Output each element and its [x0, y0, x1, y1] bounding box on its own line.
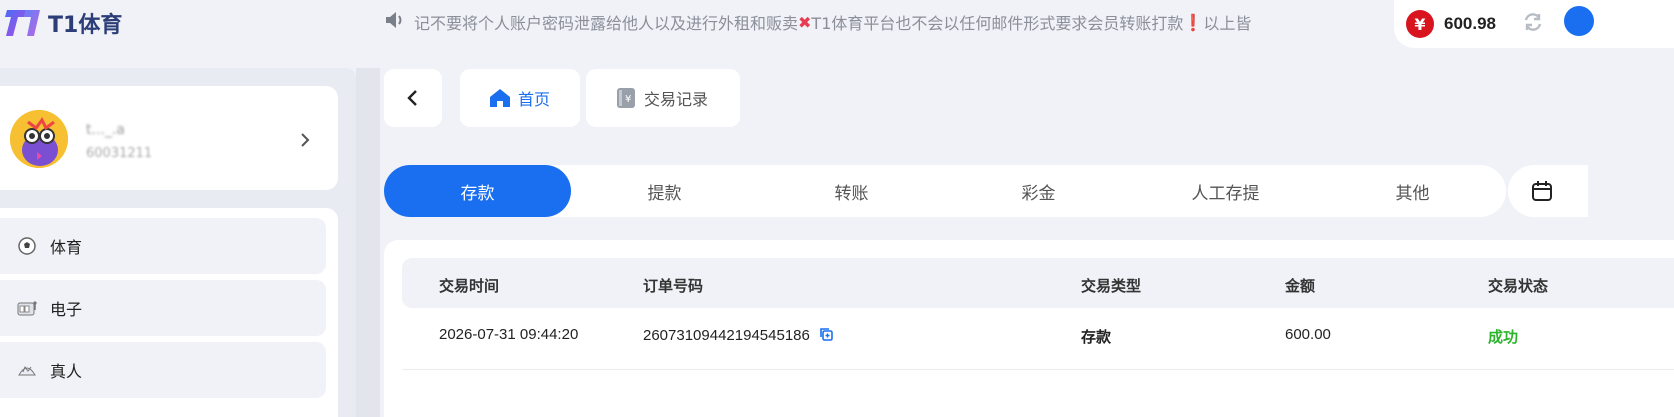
type-tab-other[interactable]: 其他 [1319, 165, 1506, 217]
profile-username: t..._.a [86, 122, 125, 138]
brand-name: T1体育 [48, 13, 123, 38]
sidebar-item-label: 电子 [50, 300, 83, 319]
type-tab-bonus[interactable]: 彩金 [945, 165, 1132, 217]
speaker-icon [384, 10, 406, 34]
cell-amount: 600.00 [1285, 326, 1331, 343]
profile-user-id: 60031211 [86, 146, 153, 161]
header-status: 交易状态 [1488, 277, 1549, 295]
receipt-icon: ¥ [617, 88, 635, 108]
refresh-icon[interactable] [1522, 12, 1544, 36]
slot-machine-icon [16, 297, 38, 319]
t1-logo-icon [4, 6, 44, 40]
transaction-type-tabs: 存款 提款 转账 彩金 人工存提 其他 [384, 165, 1506, 217]
cross-mark-icon: ✖ [798, 12, 812, 32]
exclamation-icon: ❗ [1183, 12, 1204, 32]
header-order: 订单号码 [643, 277, 704, 295]
back-button[interactable] [384, 69, 442, 127]
sidebar-item-label: 体育 [50, 238, 83, 257]
balance-amount: 600.98 [1444, 14, 1496, 33]
notice-marquee[interactable]: 记不要将个人账户密码泄露给他人以及进行外租和贩卖 ✖ T1体育平台也不会以任何邮… [384, 10, 1251, 34]
avatar [10, 110, 68, 168]
notice-text-1: 记不要将个人账户密码泄露给他人以及进行外租和贩卖 [414, 14, 799, 33]
sidebar-item-sports[interactable]: 体育 [0, 218, 326, 274]
status-badge: 成功 [1488, 328, 1519, 346]
cell-type: 存款 [1081, 328, 1112, 346]
sidebar-item-label: 真人 [50, 362, 83, 381]
sidebar-menu: 体育 电子 真人 [0, 208, 338, 417]
cell-order: 26073109442194545186 [643, 326, 834, 346]
copy-icon[interactable] [818, 326, 834, 346]
user-menu-icon[interactable] [1564, 6, 1594, 36]
yen-icon: ¥ [1406, 10, 1434, 38]
live-dealer-icon [16, 359, 38, 381]
sidebar-gutter [356, 68, 380, 417]
tab-transaction-records[interactable]: ¥ 交易记录 [586, 69, 740, 127]
wallet-balance: ¥ 600.98 [1394, 0, 1674, 48]
type-tab-manual[interactable]: 人工存提 [1132, 165, 1319, 217]
header-time: 交易时间 [439, 277, 500, 295]
profile-card[interactable]: t..._.a 60031211 [0, 86, 338, 190]
sidebar-item-live[interactable]: 真人 [0, 342, 326, 398]
chevron-left-icon [407, 90, 417, 106]
notice-text-2: T1体育平台也不会以任何邮件形式要求会员转账打款 [811, 14, 1184, 33]
sidebar-item-slots[interactable]: 电子 [0, 280, 326, 336]
cell-time: 2026-07-31 09:44:20 [439, 326, 579, 343]
tab-home-label: 首页 [518, 90, 551, 109]
type-tab-withdraw[interactable]: 提款 [571, 165, 758, 217]
type-tab-deposit[interactable]: 存款 [384, 165, 571, 217]
svg-text:¥: ¥ [625, 94, 631, 105]
header-amount: 金额 [1285, 277, 1316, 295]
soccer-icon [16, 235, 38, 257]
notice-text-3: 以上皆 [1203, 14, 1252, 33]
brand-logo[interactable]: T1体育 [4, 6, 122, 40]
calendar-icon [1532, 181, 1552, 201]
header-type: 交易类型 [1081, 277, 1142, 295]
page-tabs: 首页 ¥ 交易记录 [460, 69, 740, 127]
row-divider [402, 369, 1674, 370]
order-number: 26073109442194545186 [643, 326, 810, 344]
chevron-right-icon [298, 130, 312, 154]
type-tab-transfer[interactable]: 转账 [758, 165, 945, 217]
home-icon [490, 89, 510, 107]
tab-records-label: 交易记录 [644, 90, 709, 109]
date-filter-button[interactable] [1508, 165, 1588, 217]
table-header [402, 258, 1674, 308]
tab-home[interactable]: 首页 [460, 69, 580, 127]
